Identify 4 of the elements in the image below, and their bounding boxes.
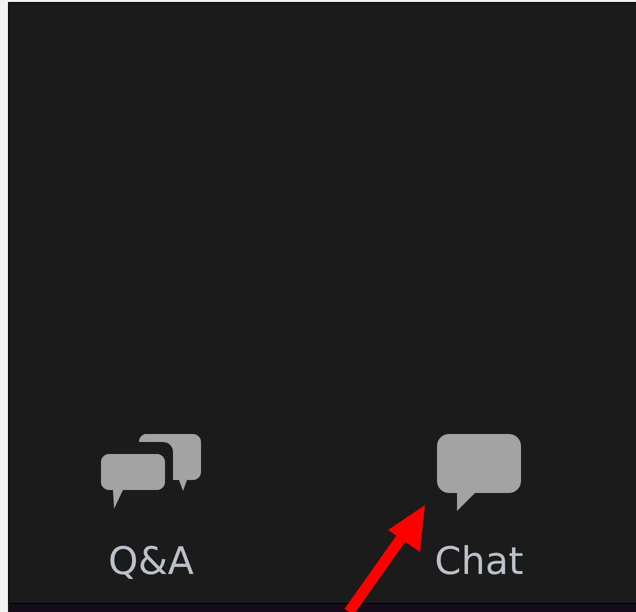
speech-bubbles-icon xyxy=(101,434,201,511)
chat-button[interactable]: Chat xyxy=(409,434,549,583)
qa-button[interactable]: Q&A xyxy=(81,434,221,583)
speech-bubble-icon xyxy=(437,434,521,511)
